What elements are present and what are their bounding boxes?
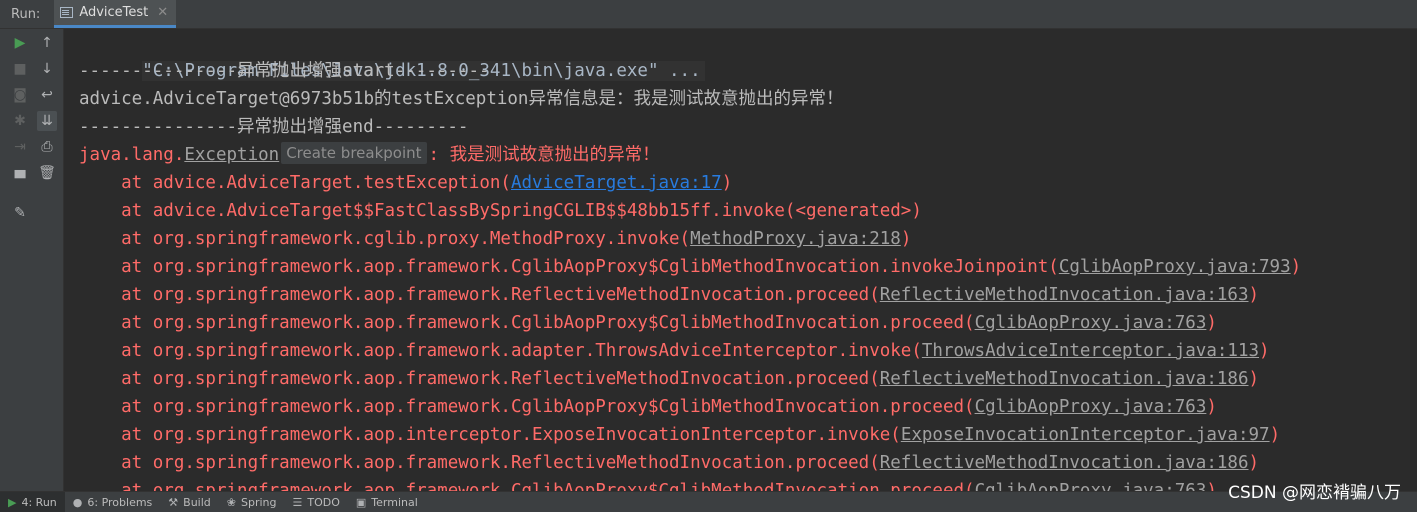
tool-window-spring[interactable]: ❀ Spring	[219, 492, 285, 512]
source-link[interactable]: ReflectiveMethodInvocation.java:186	[880, 453, 1249, 473]
run-icon[interactable]: ▶	[10, 33, 30, 53]
stack-frame: at advice.AdviceTarget.testException(Adv…	[79, 169, 732, 197]
frame-text: at org.springframework.aop.framework.Cgl…	[79, 257, 1059, 277]
stack-frame: at advice.AdviceTarget$$FastClassBySprin…	[79, 197, 922, 225]
tool-window-label: Spring	[241, 496, 277, 509]
stack-frame: at org.springframework.aop.framework.Cgl…	[79, 309, 1217, 337]
frame-tail: )	[1206, 481, 1217, 491]
print-icon[interactable]: ⎙	[37, 137, 57, 157]
source-link[interactable]: ReflectiveMethodInvocation.java:163	[880, 285, 1249, 305]
tool-window-label: Terminal	[371, 496, 418, 509]
frame-text: at advice.AdviceTarget$$FastClassBySprin…	[79, 201, 922, 221]
frame-text: at org.springframework.aop.framework.Ref…	[79, 285, 880, 305]
source-link[interactable]: CglibAopProxy.java:763	[975, 481, 1207, 491]
down-arrow-icon[interactable]: ↓	[37, 59, 57, 79]
frame-tail: )	[1248, 453, 1260, 473]
stack-frame: at org.springframework.aop.interceptor.E…	[79, 421, 1280, 449]
tab-advice-test[interactable]: AdviceTest ✕	[54, 0, 177, 28]
camera-icon[interactable]: ◙	[10, 85, 30, 105]
exception-class-link[interactable]: Exception	[184, 145, 279, 165]
frame-text: at org.springframework.aop.framework.ada…	[79, 341, 922, 361]
run-tab-bar: Run: AdviceTest ✕	[0, 0, 1417, 29]
source-link[interactable]: ReflectiveMethodInvocation.java:186	[880, 369, 1249, 389]
run-toolbar: ▶ ■ ◙ ✱ ⇥ ▀ ✎ ↑ ↓ ↩ ⇊ ⎙ 🗑	[8, 29, 64, 491]
stack-frame: at org.springframework.aop.framework.Cgl…	[79, 393, 1217, 421]
up-arrow-icon[interactable]: ↑	[37, 33, 57, 53]
tool-window-icon: ❀	[226, 496, 236, 509]
stack-frame: at org.springframework.aop.framework.Cgl…	[79, 253, 1301, 281]
frame-tail: )	[721, 173, 733, 193]
watermark: CSDN @网恋褙骗八万	[1228, 483, 1401, 503]
tool-window-bar: ▶ 4: Run ● 6: Problems ⚒ Build ❀ Spring ☰ TODO ▣ Te…	[0, 491, 1417, 512]
source-link[interactable]: CglibAopProxy.java:793	[1059, 257, 1291, 277]
frame-tail: )	[1206, 397, 1217, 417]
frame-tail: )	[1290, 257, 1302, 277]
source-link[interactable]: CglibAopProxy.java:763	[975, 397, 1207, 417]
create-breakpoint-hint[interactable]: Create breakpoint	[281, 142, 427, 164]
tool-window-build[interactable]: ⚒ Build	[160, 492, 219, 512]
frame-text: at advice.AdviceTarget.testException(	[79, 173, 511, 193]
source-link[interactable]: ThrowsAdviceInterceptor.java:113	[922, 341, 1259, 361]
stack-frame: at org.springframework.aop.framework.Ref…	[79, 365, 1259, 393]
tool-window-label: 6: Problems	[87, 496, 153, 509]
source-link[interactable]: MethodProxy.java:218	[690, 229, 901, 249]
stack-frame: at org.springframework.aop.framework.Ref…	[79, 449, 1259, 477]
pin-icon[interactable]: ✎	[10, 203, 30, 223]
tool-window-icon: ☰	[292, 496, 303, 509]
tool-window-icon: ▣	[355, 496, 367, 509]
tool-window-icon: ⚒	[168, 496, 179, 509]
debug-icon[interactable]: ✱	[10, 111, 30, 131]
exception-prefix: java.lang.	[79, 145, 185, 165]
stack-frame: at org.springframework.cglib.proxy.Metho…	[79, 225, 911, 253]
console-line-log: advice.AdviceTarget@6973b51b的testExcepti…	[79, 89, 844, 109]
run-label: Run:	[11, 6, 41, 22]
layout-icon[interactable]: ▀	[10, 169, 30, 189]
tool-window-label: TODO	[307, 496, 340, 509]
frame-tail: )	[1259, 341, 1270, 361]
source-link[interactable]: CglibAopProxy.java:763	[975, 313, 1207, 333]
frame-text: at org.springframework.aop.interceptor.E…	[79, 425, 901, 445]
ide-run-window: Run: AdviceTest ✕ ▶ ■ ◙ ✱ ⇥ ▀ ✎ ↑ ↓ ↩ ⇊ …	[0, 0, 1417, 512]
exception-message: : 我是测试故意抛出的异常！	[428, 145, 660, 165]
stack-frame: at org.springframework.aop.framework.Cgl…	[79, 477, 1217, 491]
tool-window-icon: ●	[72, 496, 83, 509]
close-icon[interactable]: ✕	[157, 5, 168, 20]
frame-tail: )	[1269, 425, 1281, 445]
frame-text: at org.springframework.aop.framework.Ref…	[79, 369, 880, 389]
frame-text: at org.springframework.aop.framework.Cgl…	[79, 313, 975, 333]
console-line-log: ---------------异常抛出增强end---------	[79, 117, 469, 137]
exception-line: java.lang.Exception Create breakpoint: 我是…	[79, 141, 660, 169]
scroll-to-end-icon[interactable]: ⇊	[37, 111, 57, 131]
stop-icon[interactable]: ■	[10, 59, 30, 79]
frame-text: at org.springframework.cglib.proxy.Metho…	[79, 229, 691, 249]
soft-wrap-icon[interactable]: ↩	[37, 85, 57, 105]
frame-tail: )	[900, 229, 912, 249]
stack-frame: at org.springframework.aop.framework.ada…	[79, 337, 1270, 365]
tool-window-4-run[interactable]: ▶ 4: Run	[0, 492, 65, 512]
stack-frame: at org.springframework.aop.framework.Ref…	[79, 281, 1259, 309]
source-link[interactable]: ExposeInvocationInterceptor.java:97	[901, 425, 1270, 445]
frame-tail: )	[1248, 369, 1260, 389]
source-link[interactable]: AdviceTarget.java:17	[511, 173, 722, 193]
tool-window-6-problems[interactable]: ● 6: Problems	[65, 492, 161, 512]
tab-title: AdviceTest	[79, 5, 149, 20]
console-line-log: ---------------异常抛出增强start---------	[79, 61, 490, 81]
tool-window-terminal[interactable]: ▣ Terminal	[348, 492, 426, 512]
console-output[interactable]: "C:\Program Files\Java\jdk1.8.0_341\bin\…	[64, 29, 1417, 491]
frame-text: at org.springframework.aop.framework.Cgl…	[79, 481, 975, 491]
frame-tail: )	[1206, 313, 1217, 333]
exit-icon[interactable]: ⇥	[10, 137, 30, 157]
frame-text: at org.springframework.aop.framework.Ref…	[79, 453, 880, 473]
console-icon	[60, 7, 74, 18]
frame-text: at org.springframework.aop.framework.Cgl…	[79, 397, 975, 417]
tool-window-label: Build	[183, 496, 211, 509]
trash-icon[interactable]: 🗑	[37, 163, 57, 183]
tool-window-icon: ▶	[8, 496, 17, 509]
tool-window-label: 4: Run	[21, 496, 57, 509]
tool-window-todo[interactable]: ☰ TODO	[285, 492, 348, 512]
console-line-command: "C:\Program Files\Java\jdk1.8.0_341\bin\…	[79, 29, 705, 81]
frame-tail: )	[1248, 285, 1260, 305]
